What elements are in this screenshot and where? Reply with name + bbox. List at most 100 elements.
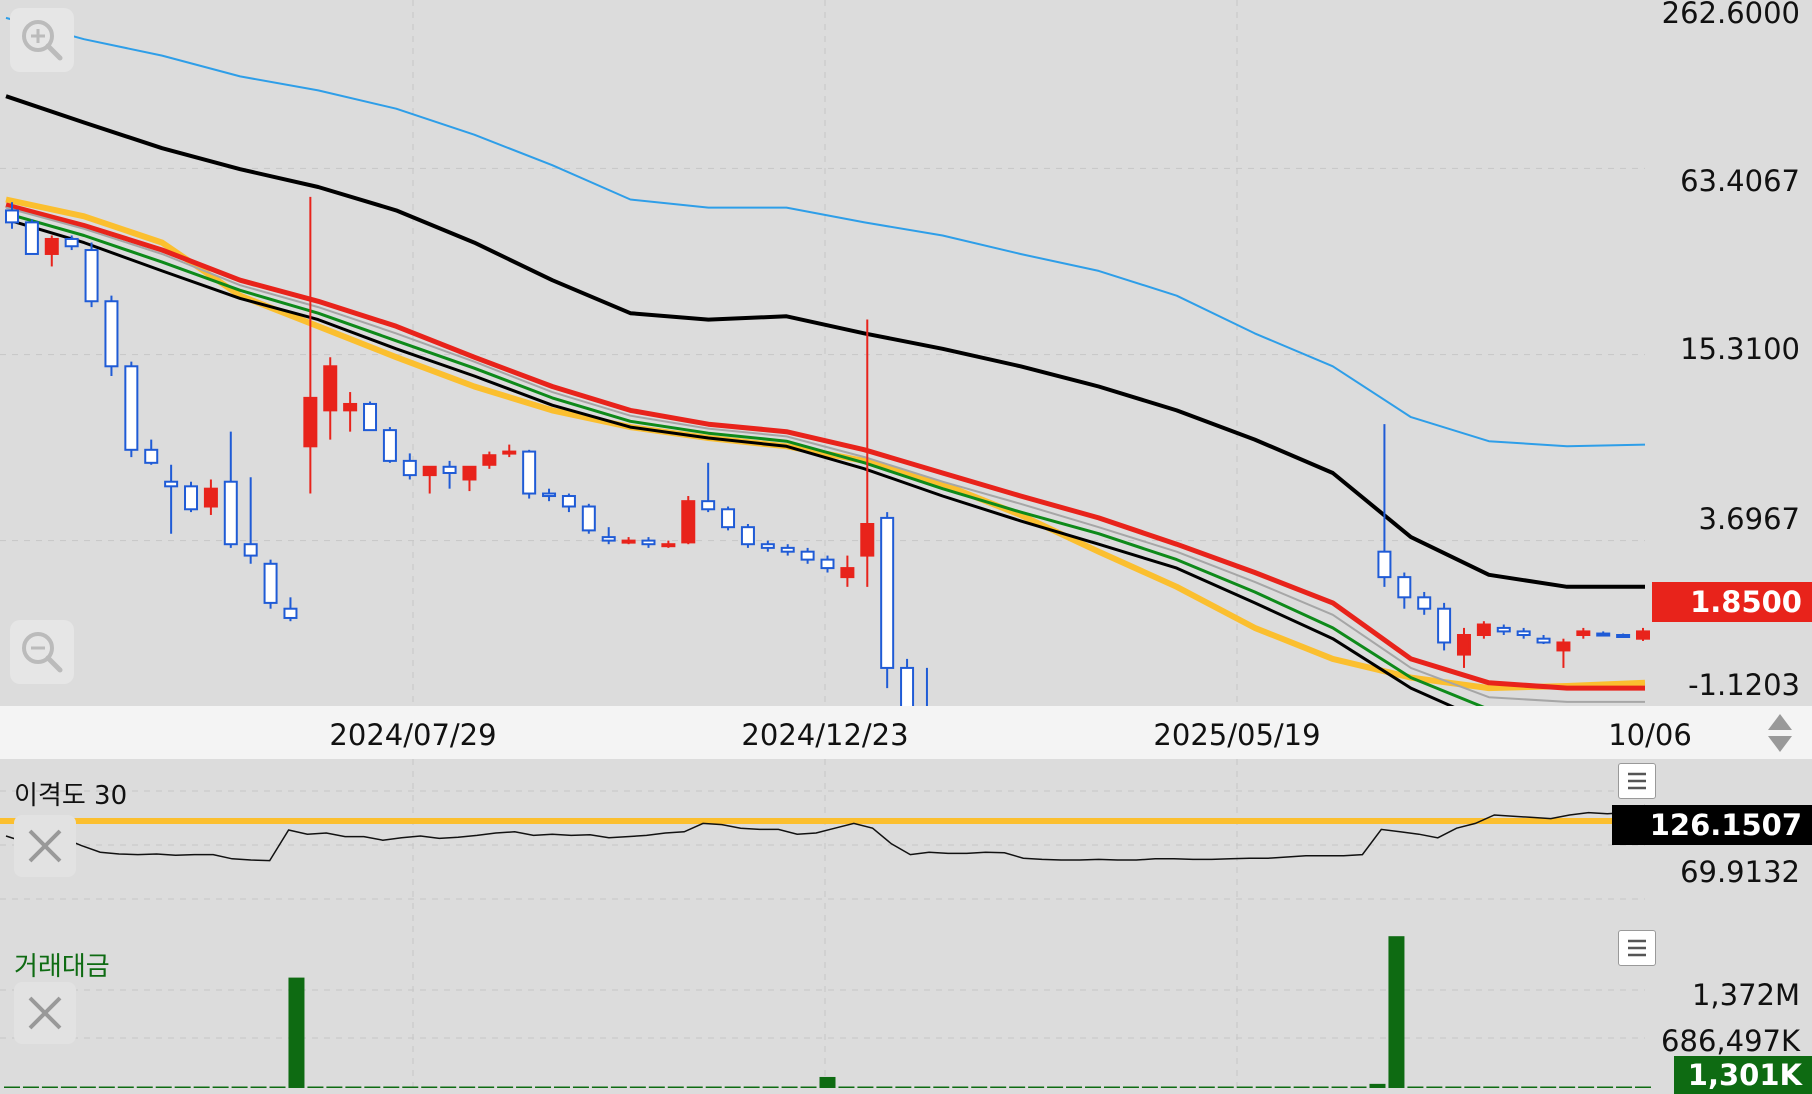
candle-body	[1397, 576, 1412, 599]
candle-body	[880, 516, 895, 669]
trading-value-bar	[269, 1086, 286, 1088]
candle-body	[601, 536, 616, 542]
trading-value-bar	[326, 1086, 343, 1088]
trading-value-bar	[1141, 1086, 1158, 1088]
current-price-value: 1.8500	[1690, 585, 1802, 619]
x-icon	[28, 996, 62, 1030]
trading-value-bar	[1066, 1086, 1083, 1088]
candle-body	[1417, 596, 1432, 610]
trading-value-bar	[838, 1086, 855, 1088]
disparity-menu-button[interactable]	[1618, 763, 1656, 799]
trading-value-bar	[1483, 1086, 1500, 1088]
zoom-out-button[interactable]	[10, 620, 74, 684]
candle-body	[382, 429, 397, 462]
candle-body	[84, 249, 99, 303]
trading-value-panel[interactable]: 거래대금 1,372M 686,497K 1,301K	[0, 926, 1812, 1094]
trading-value-bar	[155, 1086, 172, 1088]
trading-value-bar	[800, 1086, 817, 1088]
trading-value-bar	[1426, 1086, 1443, 1088]
disparity-title: 이격도 30	[14, 781, 128, 811]
price-axis-label: 3.6967	[1698, 502, 1800, 536]
trading-value-bar	[1009, 1086, 1026, 1088]
trading-value-bar	[22, 1086, 39, 1088]
trading-value-bar	[781, 1086, 798, 1088]
trading-value-bar	[459, 1086, 476, 1088]
trading-value-bar	[610, 1086, 627, 1088]
trading-value-axis-label: 686,497K	[1661, 1024, 1800, 1058]
date-axis-label: 2025/05/19	[1153, 718, 1321, 752]
candle-body	[800, 550, 815, 561]
candle-body	[223, 480, 238, 546]
trading-value-bar	[1540, 1086, 1557, 1088]
candle-body	[422, 465, 437, 477]
disparity-chart-svg	[0, 759, 1646, 926]
price-chart-svg[interactable]	[0, 0, 1812, 706]
candle-body	[1516, 630, 1531, 636]
candle-body	[701, 500, 716, 511]
trading-value-title: 거래대금	[14, 952, 110, 982]
candle-body	[780, 546, 795, 553]
trading-value-bar	[1255, 1086, 1272, 1088]
candle-body	[1596, 632, 1611, 637]
date-axis-label: 2024/12/23	[741, 718, 909, 752]
close-trading-value-button[interactable]	[14, 982, 76, 1044]
trading-value-bar	[4, 1086, 20, 1088]
trading-value-bar	[1350, 1086, 1367, 1088]
trading-value-bar	[231, 1086, 248, 1088]
price-axis-label: 262.6000	[1661, 0, 1800, 30]
trading-value-bar	[876, 1086, 893, 1088]
trading-value-bar	[1122, 1086, 1139, 1088]
trading-value-bar	[952, 1086, 969, 1088]
trading-value-bar	[1312, 1086, 1329, 1088]
trading-value-bar	[1103, 1086, 1120, 1088]
trading-value-bar	[212, 1086, 229, 1088]
candle-body	[243, 543, 258, 557]
trading-value-bar	[1217, 1086, 1234, 1088]
candle-body	[1377, 550, 1392, 579]
candle-body	[1437, 607, 1452, 644]
trading-value-bar	[1445, 1086, 1462, 1088]
trading-value-bar	[1274, 1086, 1291, 1088]
candle-body	[363, 402, 378, 432]
trading-value-bar	[478, 1086, 495, 1088]
trading-value-menu-button[interactable]	[1618, 930, 1656, 966]
price-axis-label: 63.4067	[1680, 164, 1800, 198]
trading-value-bar	[1293, 1086, 1310, 1088]
candle-body	[740, 526, 755, 546]
candle-body	[1556, 641, 1571, 652]
trading-value-bar	[572, 1086, 589, 1088]
candle-body	[820, 558, 835, 570]
candle-body	[482, 454, 497, 466]
trading-value-bar	[1578, 1086, 1595, 1088]
disparity-indicator-panel[interactable]: 이격도 30 126.1507 69.9132	[0, 759, 1812, 926]
up-down-arrows-icon[interactable]	[1760, 708, 1800, 758]
trading-value-bar	[383, 1086, 400, 1088]
trading-value-bar	[402, 1086, 419, 1088]
trading-value-bar	[497, 1086, 514, 1088]
candle-body	[681, 500, 696, 544]
candle-body	[860, 523, 875, 557]
trading-value-bar	[762, 1086, 779, 1088]
trading-value-bar	[990, 1086, 1007, 1088]
candle-body	[502, 450, 517, 455]
candle-body	[621, 539, 636, 544]
trading-value-bar	[1388, 936, 1405, 1088]
trading-value-bar	[686, 1086, 703, 1088]
date-axis[interactable]: 2024/07/29 2024/12/23 2025/05/19 10/06	[0, 706, 1812, 759]
candle-body	[164, 480, 179, 488]
candle-body	[641, 539, 656, 546]
price-chart-panel[interactable]: 262.6000 63.4067 15.3100 3.6967 -1.1203 …	[0, 0, 1812, 706]
candle-body	[561, 495, 576, 508]
zoom-in-button[interactable]	[10, 8, 74, 72]
trading-value-bar	[1085, 1086, 1102, 1088]
trading-value-bar	[1464, 1086, 1481, 1088]
candle-body	[1536, 637, 1551, 644]
candle-body	[323, 365, 338, 412]
trading-value-bar	[667, 1086, 684, 1088]
trading-value-bar	[535, 1086, 552, 1088]
close-disparity-button[interactable]	[14, 815, 76, 877]
current-price-flag: 1.8500	[1652, 582, 1812, 622]
trading-value-bar	[743, 1086, 760, 1088]
trading-value-bar	[98, 1086, 115, 1088]
trading-value-bar	[1160, 1086, 1177, 1088]
